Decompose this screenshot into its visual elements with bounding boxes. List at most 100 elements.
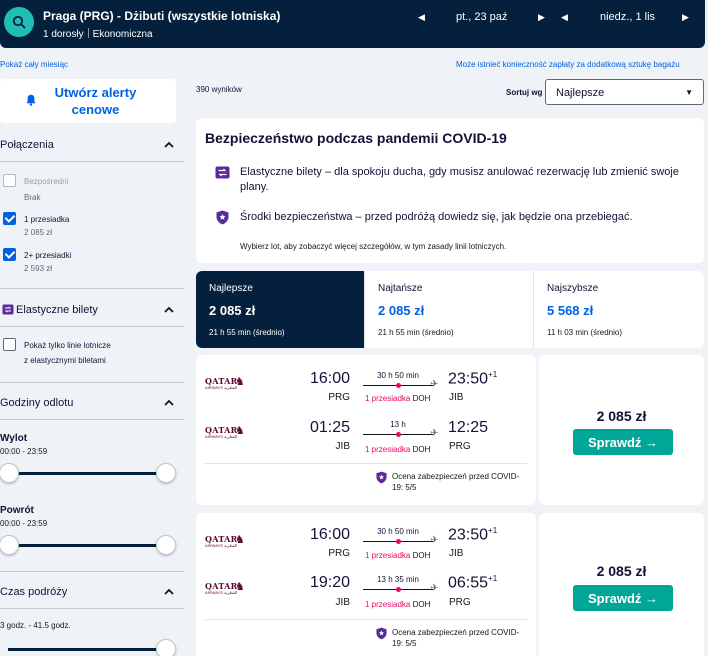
flex-only-option-line1: Pokaż tylko linie lotnicze bbox=[24, 341, 111, 350]
search-icon[interactable] bbox=[4, 7, 34, 37]
sort-label: Sortuj wg bbox=[506, 88, 543, 97]
collapse-flex-chevron-up-icon[interactable] bbox=[164, 305, 174, 315]
one-stop-checkbox[interactable] bbox=[3, 212, 16, 225]
airline-logo: QATAR AIRWAYS القطرية ♞ bbox=[205, 534, 251, 548]
passengers-label: 1 dorosły bbox=[43, 29, 84, 40]
divider bbox=[205, 463, 527, 464]
return-arrival-airport: PRG bbox=[449, 597, 471, 608]
flex-only-checkbox[interactable] bbox=[3, 338, 16, 351]
one-stop-option-price: 2 085 zł bbox=[24, 228, 53, 237]
return-departure-airport: JIB bbox=[335, 597, 350, 608]
two-plus-stops-option-price: 2 593 zł bbox=[24, 264, 53, 273]
sort-selected-value: Najlepsze bbox=[556, 87, 605, 99]
flight-result-card[interactable]: QATAR AIRWAYS القطرية ♞ 16:00 PRG 30 h 5… bbox=[196, 355, 536, 505]
direct-checkbox[interactable] bbox=[3, 174, 16, 187]
return-via-airport: DOH bbox=[412, 445, 431, 454]
airline-logo-subtext: AIRWAYS القطرية bbox=[205, 543, 238, 548]
prev-depart-date-arrow-icon[interactable]: ◀ bbox=[418, 12, 425, 23]
plane-icon: ✈ bbox=[430, 535, 439, 546]
outbound-departure-airport: PRG bbox=[328, 548, 350, 559]
return-arrival-time: 12:25 bbox=[448, 419, 489, 436]
tab-best[interactable]: Najlepsze 2 085 zł 21 h 55 min (średnio) bbox=[196, 271, 365, 348]
two-plus-stops-checkbox[interactable] bbox=[3, 248, 16, 261]
covid-safety-measures-text: Środki bezpieczeństwa – przed podróżą do… bbox=[240, 211, 633, 223]
create-price-alert-button[interactable]: Utwórz alerty cenowe bbox=[0, 79, 176, 123]
covid-card-note: Wybierz lot, aby zobaczyć więcej szczegó… bbox=[240, 242, 507, 251]
outbound-arrival-time: 23:50+1 bbox=[448, 526, 498, 544]
tab-fastest-price: 5 568 zł bbox=[547, 303, 594, 318]
search-summary-bar[interactable]: Praga (PRG) - Dżibuti (wszystkie lotnisk… bbox=[0, 0, 705, 48]
tab-fastest-label: Najszybsze bbox=[547, 283, 599, 294]
return-stops: 1 przesiadka bbox=[365, 445, 411, 454]
collapse-stops-chevron-up-icon[interactable] bbox=[164, 140, 174, 150]
outbound-time-slider-track[interactable] bbox=[8, 472, 166, 475]
tab-cheapest-label: Najtańsze bbox=[378, 283, 423, 294]
divider bbox=[0, 419, 184, 420]
outbound-departure-time: 16:00 bbox=[309, 370, 350, 387]
return-time-slider-max-handle[interactable] bbox=[156, 535, 176, 555]
next-return-date-arrow-icon[interactable]: ▶ bbox=[682, 12, 689, 23]
plane-icon: ✈ bbox=[430, 583, 439, 594]
oryx-icon: ♞ bbox=[235, 376, 245, 388]
tab-fastest[interactable]: Najszybsze 5 568 zł 11 h 03 min (średnio… bbox=[534, 271, 704, 348]
return-date[interactable]: niedz., 1 lis bbox=[600, 11, 655, 23]
bell-icon bbox=[25, 93, 36, 110]
price-card: 2 085 zł Sprawdź → bbox=[539, 513, 704, 656]
return-departure-time: 01:25 bbox=[309, 419, 350, 436]
outbound-via-airport: DOH bbox=[412, 551, 431, 560]
return-time-slider-min-handle[interactable] bbox=[0, 535, 19, 555]
outbound-arrival-airport: JIB bbox=[449, 392, 464, 403]
flight-price: 2 085 zł bbox=[596, 408, 647, 424]
route-title: Praga (PRG) - Dżibuti (wszystkie lotnisk… bbox=[43, 9, 281, 23]
oryx-icon: ♞ bbox=[235, 425, 245, 437]
tab-best-label: Najlepsze bbox=[209, 283, 253, 294]
return-time-slider-track[interactable] bbox=[8, 544, 166, 547]
flexible-ticket-icon bbox=[214, 164, 230, 180]
outbound-time-slider-min-handle[interactable] bbox=[0, 463, 19, 483]
covid-flex-tickets-text: Elastyczne bilety – dla spokoju ducha, g… bbox=[240, 166, 679, 193]
covid-safety-card: Bezpieczeństwo podczas pandemii COVID-19… bbox=[196, 118, 704, 263]
divider bbox=[0, 288, 184, 289]
collapse-duration-chevron-up-icon[interactable] bbox=[164, 587, 174, 597]
collapse-times-chevron-up-icon[interactable] bbox=[164, 398, 174, 408]
select-flight-button[interactable]: Sprawdź → bbox=[573, 585, 673, 611]
tab-cheapest-duration: 21 h 55 min (średnio) bbox=[378, 328, 454, 337]
direct-option-price: Brak bbox=[24, 193, 41, 202]
divider bbox=[0, 382, 184, 383]
divider bbox=[205, 619, 527, 620]
outbound-time-label: Wylot bbox=[0, 433, 28, 444]
stop-dot bbox=[396, 383, 401, 388]
tab-cheapest[interactable]: Najtańsze 2 085 zł 21 h 55 min (średnio) bbox=[365, 271, 534, 348]
return-via-airport: DOH bbox=[412, 600, 431, 609]
flight-result-card[interactable]: QATAR AIRWAYS القطرية ♞ 16:00 PRG 30 h 5… bbox=[196, 513, 536, 656]
outbound-via-airport: DOH bbox=[412, 394, 431, 403]
depart-date[interactable]: pt., 23 paź bbox=[456, 11, 507, 23]
next-depart-date-arrow-icon[interactable]: ▶ bbox=[538, 12, 545, 23]
stops-filter-title: Połączenia bbox=[0, 139, 54, 151]
create-price-alert-label: Utwórz alerty cenowe bbox=[54, 85, 137, 117]
departure-times-filter-title: Godziny odlotu bbox=[0, 397, 74, 409]
divider bbox=[0, 326, 184, 327]
journey-duration-slider-max-handle[interactable] bbox=[156, 639, 176, 656]
one-stop-option-label: 1 przesiadka bbox=[24, 215, 70, 224]
show-full-month-link[interactable]: Pokaż cały miesiąc bbox=[0, 60, 68, 69]
journey-duration-filter-title: Czas podróży bbox=[0, 586, 68, 598]
return-departure-airport: JIB bbox=[335, 441, 350, 452]
plane-icon: ✈ bbox=[430, 428, 439, 439]
prev-return-date-arrow-icon[interactable]: ◀ bbox=[561, 12, 568, 23]
journey-duration-slider-track[interactable] bbox=[8, 648, 166, 651]
return-departure-time: 19:20 bbox=[309, 574, 350, 591]
select-flight-button[interactable]: Sprawdź → bbox=[573, 429, 673, 455]
flexible-ticket-icon bbox=[2, 304, 14, 318]
covid-safety-rating-text: Ocena zabezpieczeń przed COVID-19: 5/5 bbox=[392, 628, 520, 648]
cabin-class-label: Ekonomiczna bbox=[92, 29, 153, 40]
stop-dot bbox=[396, 539, 401, 544]
outbound-duration: 30 h 50 min bbox=[377, 371, 419, 380]
safety-shield-icon bbox=[376, 471, 387, 487]
outbound-time-slider-max-handle[interactable] bbox=[156, 463, 176, 483]
sort-select[interactable]: Najlepsze ▼ bbox=[545, 79, 704, 105]
plane-icon: ✈ bbox=[430, 379, 439, 390]
covid-card-title: Bezpieczeństwo podczas pandemii COVID-19 bbox=[205, 130, 507, 146]
baggage-fee-link[interactable]: Może istnieć konieczność zapłaty za doda… bbox=[456, 60, 680, 69]
divider bbox=[0, 571, 184, 572]
